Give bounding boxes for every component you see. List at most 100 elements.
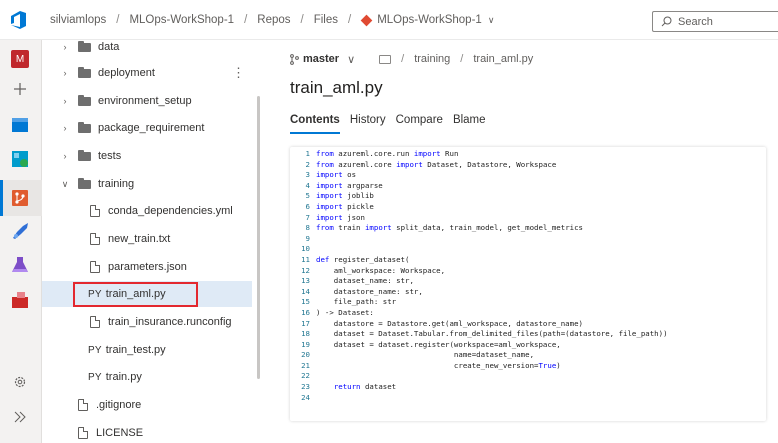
chevron-down-icon[interactable]: ∨ xyxy=(60,179,70,190)
expand-chevron-icon[interactable] xyxy=(9,406,31,428)
code-line: 18 dataset = Dataset.Tabular.from_delimi… xyxy=(290,329,766,340)
branch-selector[interactable]: master xyxy=(303,53,339,65)
breadcrumb: silviamlops / MLOps-WorkShop-1 / Repos /… xyxy=(50,0,494,40)
line-number: 18 xyxy=(301,329,310,339)
tree-item-training[interactable]: ∨ training xyxy=(42,171,252,197)
plus-icon[interactable] xyxy=(9,78,31,100)
tree-item-license[interactable]: LICENSE xyxy=(42,420,252,443)
code-text: from azureml.core import Dataset, Datast… xyxy=(316,159,557,169)
tab-blame[interactable]: Blame xyxy=(453,114,486,134)
code-line: 11 def register_dataset( xyxy=(290,255,766,266)
tab-history[interactable]: History xyxy=(350,114,386,134)
repos-icon[interactable] xyxy=(9,187,31,209)
pipelines-icon[interactable] xyxy=(9,220,31,242)
breadcrumb-separator: / xyxy=(300,14,304,26)
tree-item-data[interactable]: › data xyxy=(42,40,252,60)
tree-item-label: LICENSE xyxy=(96,427,144,439)
path-segment-file[interactable]: train_aml.py xyxy=(473,53,533,65)
tree-item-label: deployment xyxy=(98,67,155,79)
code-text: dataset = Dataset.Tabular.from_delimited… xyxy=(316,329,668,339)
tree-item-label: new_train.txt xyxy=(108,233,171,245)
search-placeholder: Search xyxy=(678,15,713,28)
code-text: import joblib xyxy=(316,191,374,201)
code-text: import os xyxy=(316,170,357,180)
code-text: file_path: str xyxy=(316,297,397,307)
left-nav-rail: M xyxy=(0,40,42,443)
tree-item-parameters[interactable]: parameters.json xyxy=(42,254,252,280)
tree-item-gitignore[interactable]: .gitignore xyxy=(42,392,252,418)
tree-item-train[interactable]: PY train.py xyxy=(42,364,252,390)
code-text: return dataset xyxy=(333,382,397,392)
tree-item-new-train[interactable]: new_train.txt xyxy=(42,226,252,252)
folder-icon[interactable] xyxy=(379,54,392,64)
tab-compare[interactable]: Compare xyxy=(396,114,443,134)
line-number: 8 xyxy=(305,223,310,233)
code-text: ) -> Dataset: xyxy=(316,307,374,317)
chevron-right-icon[interactable]: › xyxy=(60,96,70,106)
tree-item-deployment[interactable]: › deployment ⋮ xyxy=(42,60,252,86)
boards-icon[interactable] xyxy=(9,148,31,170)
tree-item-environment-setup[interactable]: › environment_setup xyxy=(42,88,252,114)
artifacts-icon[interactable] xyxy=(9,289,31,311)
folder-icon xyxy=(78,94,91,106)
chevron-down-icon[interactable]: ∨ xyxy=(347,53,355,66)
line-number: 11 xyxy=(301,254,310,264)
line-number: 12 xyxy=(301,265,310,275)
chevron-right-icon[interactable]: › xyxy=(60,123,70,133)
line-number: 9 xyxy=(305,233,310,243)
breadcrumb-separator: / xyxy=(348,14,352,26)
tree-item-label: train.py xyxy=(105,371,142,383)
code-text: dataset = dataset.register(workspace=aml… xyxy=(316,339,561,349)
search-input[interactable]: Search xyxy=(652,11,778,32)
tree-item-tests[interactable]: › tests xyxy=(42,143,252,169)
code-line: 23 return dataset xyxy=(290,382,766,393)
project-avatar[interactable]: M xyxy=(9,48,31,70)
folder-icon xyxy=(78,40,91,52)
tree-item-label: tests xyxy=(98,150,122,162)
file-icon xyxy=(90,233,100,245)
tree-item-package-requirement[interactable]: › package_requirement xyxy=(42,115,252,141)
azure-devops-logo-icon[interactable] xyxy=(9,10,29,30)
path-segment-training[interactable]: training xyxy=(414,53,450,65)
tab-contents[interactable]: Contents xyxy=(290,114,340,134)
settings-gear-icon[interactable] xyxy=(9,371,31,393)
breadcrumb-repo[interactable]: MLOps-WorkShop-1 xyxy=(377,14,482,26)
chevron-right-icon[interactable]: › xyxy=(60,151,70,161)
line-number: 3 xyxy=(305,170,310,180)
more-options-icon[interactable]: ⋮ xyxy=(232,60,245,86)
file-viewer: master ∨ / training / train_aml.py train… xyxy=(278,40,778,443)
folder-icon xyxy=(78,149,91,161)
path-separator: / xyxy=(460,53,464,65)
tree-item-conda-dependencies[interactable]: conda_dependencies.yml xyxy=(42,198,252,224)
tree-item-train-insurance[interactable]: train_insurance.runconfig xyxy=(42,309,252,335)
tree-item-train-test[interactable]: PY train_test.py xyxy=(42,337,252,363)
tree-scrollbar[interactable] xyxy=(257,96,260,379)
code-line: 14 datastore_name: str, xyxy=(290,287,766,298)
code-line: 19 dataset = dataset.register(workspace=… xyxy=(290,340,766,351)
code-editor[interactable]: 1 from azureml.core.run import Run 2 from a… xyxy=(290,147,766,421)
line-number: 16 xyxy=(301,307,310,317)
test-plans-icon[interactable] xyxy=(9,254,31,276)
page-title: train_aml.py xyxy=(290,78,383,97)
code-text: import json xyxy=(316,212,365,222)
branch-path-bar: master ∨ / training / train_aml.py xyxy=(290,50,533,68)
code-line: 6 import pickle xyxy=(290,202,766,213)
avatar-letter: M xyxy=(11,50,29,68)
breadcrumb-files[interactable]: Files xyxy=(314,14,338,26)
chevron-right-icon[interactable]: › xyxy=(60,42,70,52)
code-text: datastore = Datastore.get(aml_workspace,… xyxy=(316,318,583,328)
code-line: 22 xyxy=(290,371,766,382)
selection-highlight-box xyxy=(73,282,198,307)
code-line: 2 from azureml.core import Dataset, Datas… xyxy=(290,160,766,171)
overview-icon[interactable] xyxy=(9,114,31,136)
branch-icon xyxy=(290,53,299,65)
chevron-down-icon[interactable]: ∨ xyxy=(488,15,495,26)
line-number: 23 xyxy=(301,382,310,392)
breadcrumb-repos[interactable]: Repos xyxy=(257,14,290,26)
tree-item-label: .gitignore xyxy=(96,399,142,411)
code-text: import argparse xyxy=(316,180,383,190)
line-number: 10 xyxy=(301,244,310,254)
breadcrumb-org[interactable]: silviamlops xyxy=(50,14,106,26)
breadcrumb-project[interactable]: MLOps-WorkShop-1 xyxy=(129,14,234,26)
chevron-right-icon[interactable]: › xyxy=(60,68,70,78)
